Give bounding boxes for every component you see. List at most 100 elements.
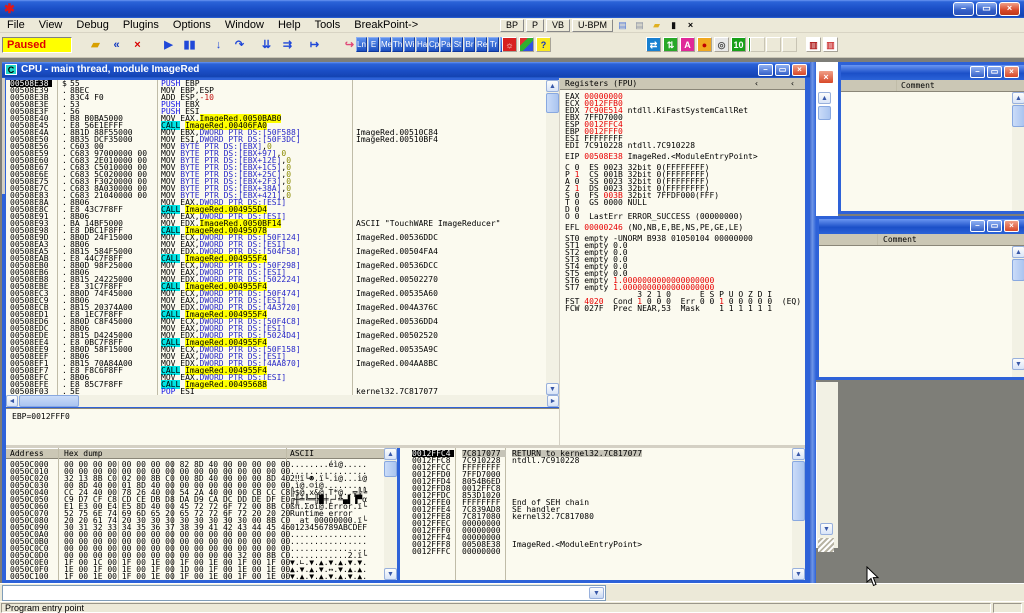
menu-breakpoint[interactable]: BreakPoint-> <box>347 19 425 31</box>
open-folder-icon[interactable]: ▰ <box>649 19 664 32</box>
toolbar-button-p[interactable]: P <box>526 19 544 32</box>
animate-into-icon[interactable]: ⇊ <box>257 36 276 54</box>
scroll-down-button[interactable]: ▼ <box>384 568 397 580</box>
close-icon[interactable]: × <box>1004 66 1019 78</box>
registers-pane[interactable]: Registers (FPU) ‹ ‹ EAX 00000000ECX 0012… <box>560 78 805 445</box>
toolbar-button-vb[interactable]: VB <box>546 19 570 32</box>
appearance-icon[interactable] <box>519 37 534 52</box>
patch-icon[interactable]: 10 <box>731 37 746 52</box>
scrollbar-thumb[interactable] <box>818 106 831 120</box>
register-line[interactable]: FCW 027F Prec NEAR,53 Mask 1 1 1 1 1 1 <box>565 305 803 312</box>
stack-row[interactable]: 0012FFC47C817077RETURN to kernel32.7C817… <box>400 450 792 457</box>
open-file-icon[interactable]: ▰ <box>86 36 105 54</box>
stack-row[interactable]: 0012FFE47C839AD8SE handler <box>400 506 792 513</box>
menu-tools[interactable]: Tools <box>308 19 348 31</box>
scroll-left-button[interactable]: ◄ <box>6 395 18 407</box>
menu-debug[interactable]: Debug <box>69 19 115 31</box>
highlight-icon[interactable]: A <box>680 37 695 52</box>
scrollbar-thumb[interactable] <box>384 461 397 477</box>
window-button-re[interactable]: Re <box>476 37 487 52</box>
dump-scrollbar[interactable]: ▲ ▼ <box>384 448 397 580</box>
sync-icon[interactable]: ⇄ <box>646 37 661 52</box>
run-icon[interactable]: ▶ <box>159 36 178 54</box>
window-button-st[interactable]: St <box>452 37 463 52</box>
window-button-e[interactable]: E <box>368 37 379 52</box>
record-icon[interactable]: ● <box>697 37 712 52</box>
stack-row[interactable]: 0012FFD48054B6ED <box>400 478 792 485</box>
scroll-down-button[interactable]: ▼ <box>1012 358 1024 370</box>
close-button[interactable]: × <box>999 2 1020 16</box>
close-program-icon[interactable]: × <box>128 36 147 54</box>
minimize-button[interactable]: – <box>970 220 985 232</box>
scroll-down-button[interactable]: ▼ <box>546 383 559 395</box>
stack-row[interactable]: 0012FFE87C817080kernel32.7C817080 <box>400 513 792 520</box>
scroll-up-button[interactable]: ▲ <box>818 92 831 104</box>
scrollbar-thumb[interactable] <box>792 461 805 521</box>
register-line[interactable]: EFL 00000246 (NO,NB,E,BE,NS,PE,GE,LE) <box>565 224 803 231</box>
scrollbar[interactable]: ▲ <box>1012 92 1024 211</box>
dump-column-header[interactable]: Address Hex dump ASCII <box>6 448 384 459</box>
scrollbar[interactable]: ▲ ▼ <box>1012 246 1024 377</box>
minimize-button[interactable]: – <box>758 64 773 76</box>
command-combobox[interactable]: ▼ <box>2 585 606 601</box>
toolbar-button-bp[interactable]: BP <box>500 19 524 32</box>
scroll-down-button[interactable]: ▼ <box>820 523 833 535</box>
resize-grip[interactable] <box>818 538 834 552</box>
maximize-button[interactable]: ▭ <box>987 66 1002 78</box>
comment-window-1-titlebar[interactable]: – ▭ × <box>841 65 1024 80</box>
log-panel-icon[interactable]: ▥ <box>806 37 821 52</box>
stack-row[interactable]: 0012FFEC00000000 <box>400 520 792 527</box>
stack-row[interactable]: 0012FFE0FFFFFFFFEnd of SEH chain <box>400 499 792 506</box>
dump-pane[interactable]: Address Hex dump ASCII 0050C00000 00 00 … <box>6 448 384 580</box>
maximize-button[interactable]: ▭ <box>976 2 997 16</box>
scroll-up-button[interactable]: ▲ <box>1012 92 1024 104</box>
info-pane[interactable]: EBP=0012FFF0 <box>6 408 559 445</box>
disassembly-hscrollbar[interactable]: ◄ ► <box>6 395 559 407</box>
menu-help[interactable]: Help <box>271 19 308 31</box>
window-button-br[interactable]: Br <box>464 37 475 52</box>
breakpoint-panel-icon[interactable]: ▥ <box>823 37 838 52</box>
stack-row[interactable]: 0012FFF800508E38ImageRed.<ModuleEntryPoi… <box>400 541 792 548</box>
menu-options[interactable]: Options <box>166 19 218 31</box>
maximize-button[interactable]: ▭ <box>775 64 790 76</box>
menu-plugins[interactable]: Plugins <box>116 19 166 31</box>
stack-pane[interactable]: 0012FFC47C817077RETURN to kernel32.7C817… <box>400 448 792 580</box>
scroll-down-button[interactable]: ▼ <box>792 568 805 580</box>
stack-scrollbar[interactable]: ▲ ▼ <box>792 448 805 580</box>
scroll-right-button[interactable]: ► <box>547 395 559 407</box>
notes-icon[interactable]: ▤ <box>615 19 630 32</box>
register-line[interactable]: T 0 GS 0000 NULL <box>565 199 803 206</box>
menu-window[interactable]: Window <box>218 19 271 31</box>
stack-row[interactable]: 0012FFCCFFFFFFFF <box>400 464 792 471</box>
register-line[interactable]: EDI 7C910228 ntdll.7C910228 <box>565 142 803 149</box>
close-icon[interactable]: × <box>1004 220 1019 232</box>
dump-row[interactable]: 0050C1001F 00 1E 00 1F 00 1E 00 1F 00 1E… <box>6 573 384 580</box>
scrollbar-thumb[interactable] <box>1012 105 1024 127</box>
window-button-me[interactable]: Me <box>380 37 391 52</box>
restart-icon[interactable]: « <box>107 36 126 54</box>
menu-view[interactable]: View <box>32 19 70 31</box>
disasm-row[interactable]: 00508F03.5EPOP ESIkernel32.7C817077 <box>6 388 546 395</box>
updown-icon[interactable]: ⇅ <box>663 37 678 52</box>
column-header[interactable]: Comment <box>841 80 1024 92</box>
stack-row[interactable]: 0012FFC87C910228ntdll.7C910228 <box>400 457 792 464</box>
toolbar-close-icon[interactable]: × <box>683 19 698 32</box>
scrollbar-thumb[interactable] <box>1012 259 1024 281</box>
window-button-ha[interactable]: Ha <box>416 37 427 52</box>
window-button-cp[interactable]: Cp <box>428 37 439 52</box>
register-line[interactable]: EIP 00508E38 ImageRed.<ModuleEntryPoint> <box>565 153 803 160</box>
window-button-th[interactable]: Th <box>392 37 403 52</box>
menu-file[interactable]: File <box>0 19 32 31</box>
options-gear-icon[interactable]: ☼ <box>502 37 517 52</box>
execute-till-return-icon[interactable]: ↦ <box>305 36 324 54</box>
combobox-dropdown-icon[interactable]: ▼ <box>589 587 604 599</box>
disassembly-scrollbar[interactable]: ▲ ▼ <box>546 80 559 395</box>
scroll-up-button[interactable]: ▲ <box>546 80 559 92</box>
minimize-button[interactable]: – <box>970 66 985 78</box>
cpu-titlebar[interactable]: C CPU - main thread, module ImageRed – ▭… <box>2 62 810 78</box>
disasm-row[interactable]: 00508E3B.83C4 F0ADD ESP,-10 <box>6 94 546 101</box>
window-button-wi[interactable]: Wi <box>404 37 415 52</box>
disasm-row[interactable]: 00508EFE.E8 85C7F8FFCALL ImageRed.004956… <box>6 381 546 388</box>
stack-row[interactable]: 0012FFD07FFD7000 <box>400 471 792 478</box>
console-icon[interactable]: ▮ <box>666 19 681 32</box>
